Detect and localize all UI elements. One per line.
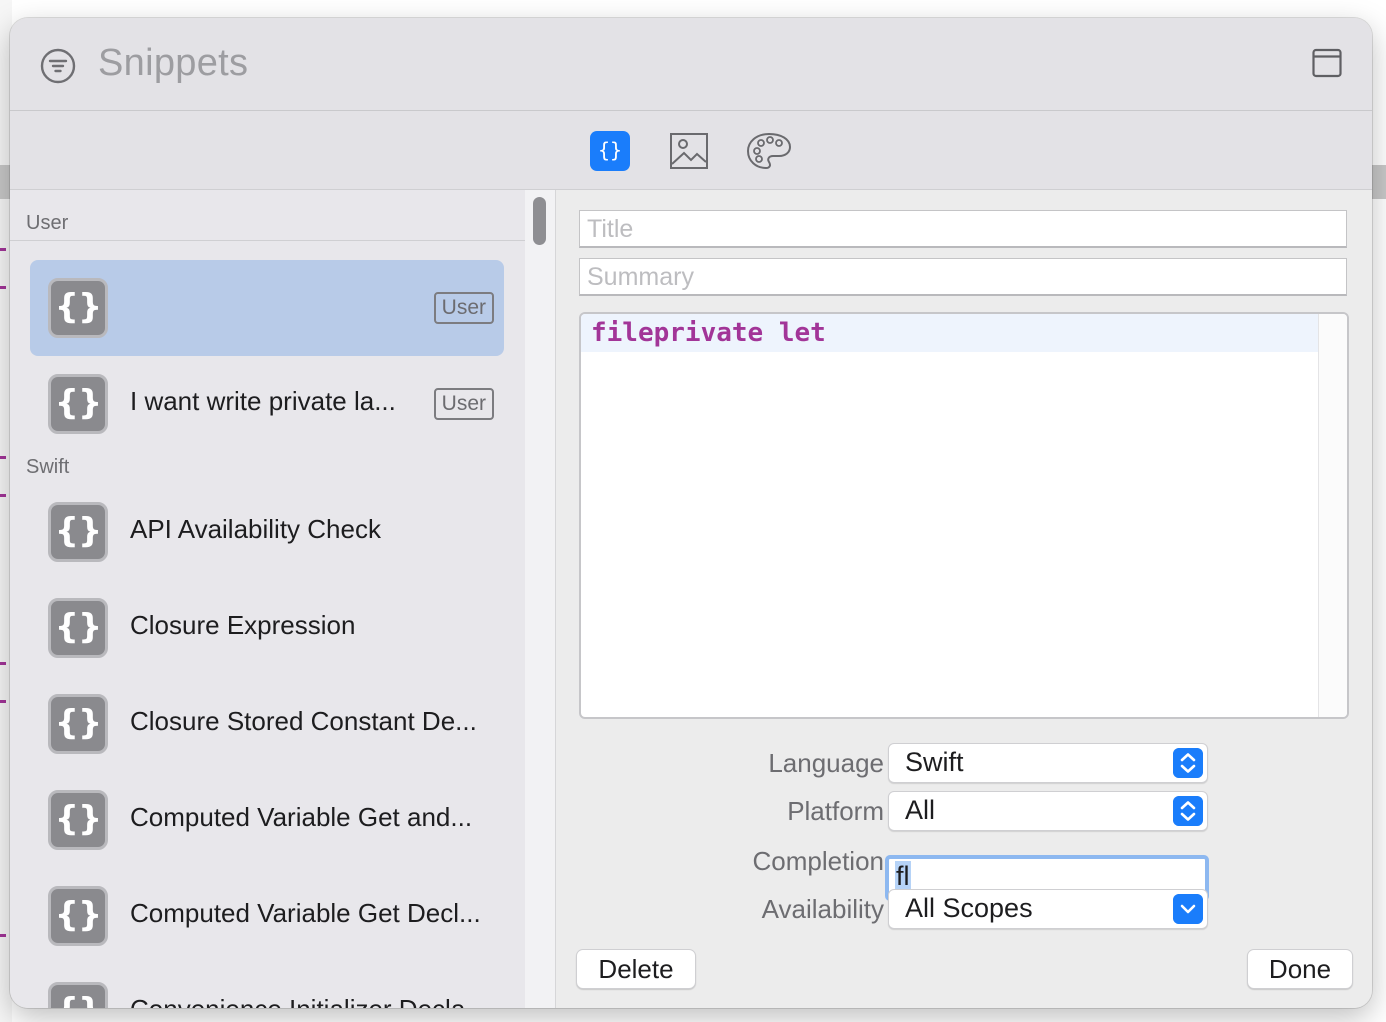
snippet-icon: {} <box>48 694 108 754</box>
user-badge: User <box>433 388 494 420</box>
snippet-icon: {} <box>48 374 108 434</box>
code-line: fileprivate let <box>581 314 1321 352</box>
code-snippet-icon[interactable]: {} <box>590 131 630 171</box>
background-mark <box>0 700 6 703</box>
completion-label: Completion <box>752 846 884 876</box>
list-item[interactable]: {} Computed Variable Get and... <box>30 772 504 868</box>
title-field[interactable]: Title <box>579 210 1347 248</box>
list-item-label: Closure Stored Constant De... <box>130 706 477 736</box>
user-badge: User <box>433 292 494 324</box>
snippet-icon: {} <box>48 886 108 946</box>
list-item[interactable]: {} Closure Expression <box>30 580 504 676</box>
snippet-icon: {} <box>48 790 108 850</box>
list-item-label: Computed Variable Get Decl... <box>130 898 481 928</box>
snippets-window: Snippets {} User {} User {} I want write… <box>10 18 1372 1008</box>
list-item-label: I want write private la... <box>130 386 396 416</box>
chevron-down-icon <box>1173 894 1203 924</box>
up-down-chevron-icon <box>1173 748 1203 778</box>
snippet-icon: {} <box>48 598 108 658</box>
availability-label: Availability <box>761 894 884 924</box>
code-scrollbar[interactable] <box>1318 314 1347 717</box>
list-item[interactable]: {} API Availability Check <box>30 484 504 580</box>
library-toolbar: {} <box>10 111 1372 190</box>
up-down-chevron-icon <box>1173 796 1203 826</box>
list-item[interactable]: {} I want write private la... User <box>30 356 504 452</box>
section-header-swift: Swift <box>26 456 70 478</box>
background-mark <box>0 248 6 251</box>
language-popup[interactable]: Swift <box>888 743 1208 783</box>
section-divider <box>10 240 525 241</box>
search-field[interactable]: Snippets <box>98 42 248 85</box>
platform-value: All <box>905 795 936 825</box>
availability-value: All Scopes <box>905 893 1033 923</box>
platform-label: Platform <box>787 796 884 826</box>
summary-field[interactable]: Summary <box>579 258 1347 296</box>
background-mark <box>0 494 6 497</box>
list-item[interactable]: {} Computed Variable Get Decl... <box>30 868 504 964</box>
layout-toggle-icon[interactable] <box>1312 48 1342 78</box>
background-mark <box>0 286 6 289</box>
list-item-label: API Availability Check <box>130 514 381 544</box>
palette-icon[interactable] <box>746 131 792 171</box>
snippet-list: User {} User {} I want write private la.… <box>10 190 525 1008</box>
section-header-user: User <box>26 212 69 234</box>
filter-icon[interactable] <box>40 48 76 84</box>
language-label: Language <box>768 748 884 778</box>
background-mark <box>0 662 6 665</box>
delete-button[interactable]: Delete <box>576 949 696 989</box>
snippet-icon: {} <box>48 982 108 1008</box>
scrollbar-thumb[interactable] <box>533 197 546 245</box>
language-value: Swift <box>905 747 964 777</box>
list-item[interactable]: {} Convenience Initializer Decla... <box>30 964 504 1008</box>
background-mark <box>0 934 6 937</box>
snippet-detail-pane: Title Summary fileprivate let Language S… <box>556 190 1372 1008</box>
list-item-label: Convenience Initializer Decla... <box>130 994 487 1008</box>
background-band-right <box>1372 165 1386 199</box>
done-button[interactable]: Done <box>1247 949 1353 989</box>
code-editor[interactable]: fileprivate let <box>579 312 1349 719</box>
background-mark <box>0 456 6 459</box>
list-item[interactable]: {} Closure Stored Constant De... <box>30 676 504 772</box>
completion-value: fl <box>895 861 911 892</box>
list-item-label: Closure Expression <box>130 610 356 640</box>
list-item[interactable]: {} User <box>30 260 504 356</box>
list-scrollbar[interactable] <box>525 190 556 1008</box>
image-icon[interactable] <box>669 131 709 171</box>
snippet-icon: {} <box>48 502 108 562</box>
platform-popup[interactable]: All <box>888 791 1208 831</box>
snippet-icon: {} <box>48 278 108 338</box>
availability-popup[interactable]: All Scopes <box>888 889 1208 929</box>
title-bar: Snippets <box>10 18 1372 111</box>
list-item-label: Computed Variable Get and... <box>130 802 473 832</box>
